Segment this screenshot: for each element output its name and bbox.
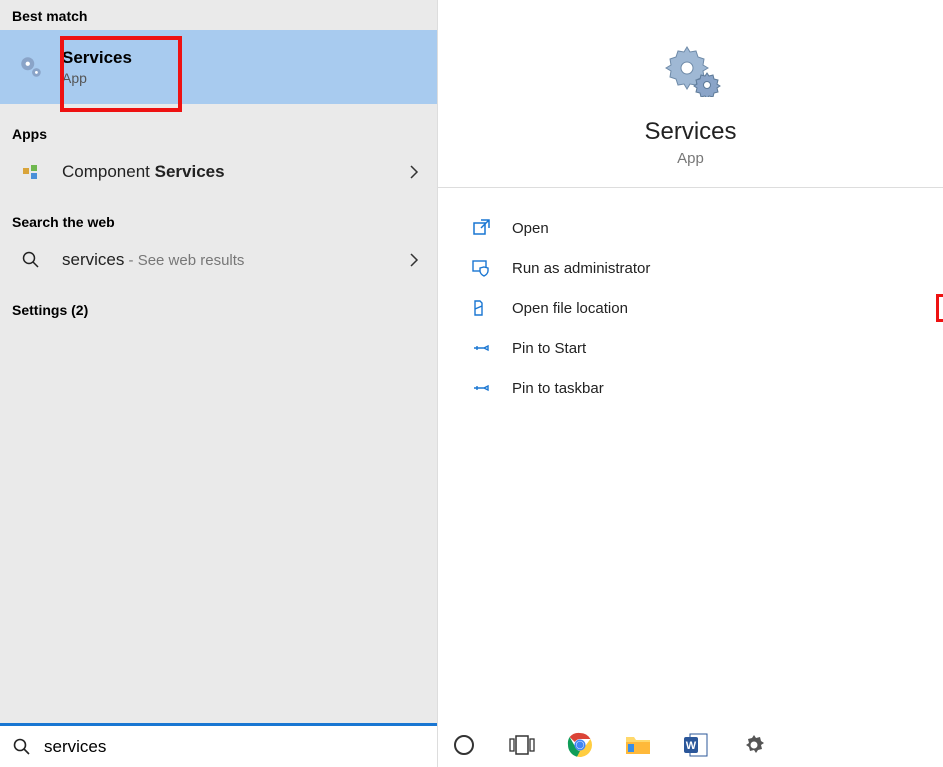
pin-icon [468, 376, 494, 400]
settings-icon[interactable] [738, 729, 770, 761]
action-pin-taskbar[interactable]: Pin to taskbar [468, 368, 943, 408]
detail-panel: Services App Open [437, 0, 943, 767]
action-open-location[interactable]: Open file location [468, 288, 943, 328]
detail-subtitle: App [677, 150, 704, 167]
action-pin-start[interactable]: Pin to Start [468, 328, 943, 368]
action-open[interactable]: Open [468, 208, 943, 248]
folder-icon [468, 296, 494, 320]
settings-header: Settings (2) [0, 294, 437, 324]
search-web-header: Search the web [0, 206, 437, 236]
web-item-services[interactable]: services - See web results [0, 236, 437, 284]
svg-text:W: W [686, 740, 697, 752]
action-pin-start-label: Pin to Start [512, 340, 586, 357]
cortana-icon[interactable] [448, 729, 480, 761]
web-item-label: services - See web results [62, 250, 244, 270]
shield-icon [468, 256, 494, 280]
chrome-icon[interactable] [564, 729, 596, 761]
best-match-header: Best match [0, 0, 437, 30]
best-match-subtitle: App [62, 70, 132, 86]
taskview-icon[interactable] [506, 729, 538, 761]
best-match-item-services[interactable]: Services App [0, 30, 437, 104]
detail-title: Services [644, 118, 736, 146]
pin-icon [468, 336, 494, 360]
taskbar: W [438, 723, 943, 767]
gears-icon [14, 54, 48, 80]
action-open-location-label: Open file location [512, 300, 628, 317]
file-explorer-icon[interactable] [622, 729, 654, 761]
search-icon [14, 250, 48, 270]
apps-item-component-services[interactable]: Component Services [0, 148, 437, 196]
word-icon[interactable]: W [680, 729, 712, 761]
services-app-icon [656, 40, 726, 100]
action-open-label: Open [512, 220, 549, 237]
action-run-admin-label: Run as administrator [512, 260, 650, 277]
action-pin-taskbar-label: Pin to taskbar [512, 380, 604, 397]
search-bar[interactable] [0, 723, 437, 767]
apps-item-label: Component Services [62, 162, 225, 182]
component-services-icon [14, 162, 48, 182]
best-match-title: Services [62, 48, 132, 68]
chevron-right-icon [409, 164, 419, 180]
search-results-panel: Best match Services App Apps [0, 0, 437, 767]
chevron-right-icon [409, 252, 419, 268]
action-run-admin[interactable]: Run as administrator [468, 248, 943, 288]
open-icon [468, 216, 494, 240]
apps-header: Apps [0, 118, 437, 148]
search-icon [10, 737, 34, 757]
search-input[interactable] [44, 737, 427, 757]
